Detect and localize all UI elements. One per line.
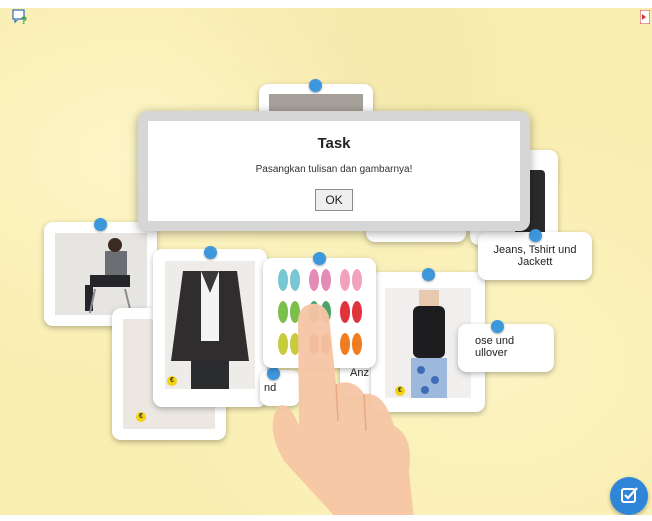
text-card-bluse[interactable]: ose und ullover — [458, 324, 554, 372]
connector-dot[interactable] — [94, 218, 107, 231]
fullscreen-icon[interactable] — [639, 9, 651, 25]
help-icon[interactable]: ? — [12, 9, 28, 27]
ok-button[interactable]: OK — [315, 189, 353, 211]
svg-text:?: ? — [21, 15, 28, 25]
text-card-label: ose und ullover — [475, 335, 515, 359]
photo-person-chair — [55, 233, 147, 315]
dialog-message: Pasangkan tulisan dan gambarnya! — [255, 164, 413, 175]
price-badge: € — [136, 412, 146, 422]
task-dialog: Task Pasangkan tulisan dan gambarnya! OK — [138, 111, 530, 231]
check-edit-icon — [621, 487, 638, 503]
bottom-border — [0, 515, 652, 521]
dialog-title: Task — [317, 135, 351, 152]
connector-dot[interactable] — [491, 320, 504, 333]
check-button[interactable] — [610, 477, 648, 515]
connector-dot[interactable] — [309, 79, 322, 92]
text-card-label: Jeans, Tshirt und Jackett — [493, 244, 577, 268]
price-badge: € — [167, 376, 177, 386]
dialog-body: Task Pasangkan tulisan dan gambarnya! OK — [148, 121, 520, 221]
connector-dot[interactable] — [529, 229, 542, 242]
connector-dot[interactable] — [204, 246, 217, 259]
game-stage: ? € € nd Anz € Jeans, Tshirt und Jackett… — [0, 0, 652, 521]
top-border — [0, 0, 652, 8]
pointing-hand-icon — [244, 286, 424, 521]
connector-dot[interactable] — [313, 252, 326, 265]
photo-man-suit — [165, 261, 255, 389]
connector-dot[interactable] — [422, 268, 435, 281]
